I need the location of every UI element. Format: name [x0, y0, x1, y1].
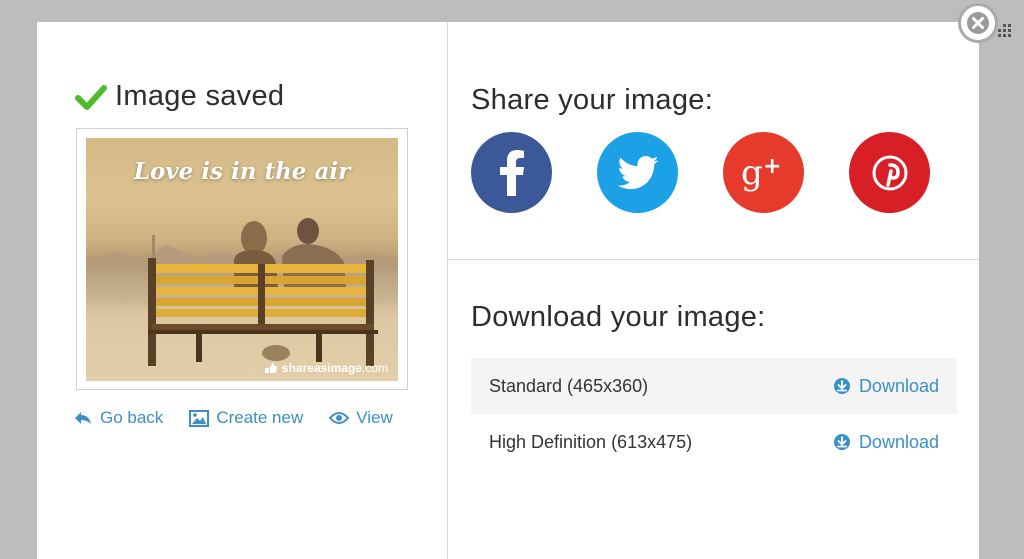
image-saved-label: Image saved [115, 80, 285, 112]
svg-text:g: g [741, 153, 763, 193]
preview-actions: Go back Create new View [73, 408, 419, 428]
pinterest-icon [872, 155, 907, 190]
check-icon [75, 84, 107, 110]
download-size-label: High Definition (613x475) [489, 431, 693, 452]
download-icon [833, 434, 850, 450]
download-heading: Download your image: [471, 301, 766, 333]
download-hd-label: Download [858, 431, 939, 452]
create-new-link[interactable]: Create new [189, 408, 303, 428]
view-label: View [356, 408, 393, 427]
google-plus-share-button[interactable]: g + [723, 132, 804, 213]
image-preview: Love is in the air shareasimage .com [76, 128, 408, 390]
share-dialog: Image saved Love is in the air shareasim… [37, 22, 979, 559]
grip-dots-icon [998, 24, 1011, 37]
image-saved-heading: Image saved [75, 80, 284, 113]
twitter-icon [617, 155, 658, 189]
google-plus-icon: g + [741, 153, 781, 193]
eye-icon [329, 412, 350, 424]
download-hd-button[interactable]: Download [833, 432, 939, 453]
close-button[interactable] [958, 3, 998, 43]
watermark-suffix: .com [361, 361, 388, 375]
watermark-brand: shareasimage [281, 361, 362, 375]
share-heading: Share your image: [471, 84, 714, 116]
create-new-label: Create new [216, 408, 304, 427]
download-standard-label: Download [858, 375, 939, 396]
image-icon [189, 409, 210, 427]
watermark-logo-icon [264, 363, 277, 373]
back-arrow-icon [75, 412, 91, 424]
pinterest-share-button[interactable] [849, 132, 930, 213]
facebook-share-button[interactable] [471, 132, 552, 213]
download-list: Standard (465x360) Download High Definit… [471, 358, 957, 470]
right-panel: Share your image: g + Download your imag… [448, 22, 979, 559]
download-icon [833, 378, 850, 394]
download-row-hd: High Definition (613x475) Download [471, 414, 957, 470]
close-icon [967, 12, 989, 34]
section-divider [448, 259, 979, 260]
go-back-label: Go back [100, 408, 164, 427]
preview-image: Love is in the air shareasimage .com [86, 138, 398, 381]
facebook-icon [499, 149, 524, 196]
download-standard-button[interactable]: Download [833, 376, 939, 397]
watermark: shareasimage .com [264, 361, 388, 375]
svg-text:+: + [763, 154, 781, 179]
view-link[interactable]: View [329, 408, 393, 428]
twitter-share-button[interactable] [597, 132, 678, 213]
preview-caption: Love is in the air [133, 158, 351, 185]
left-panel: Image saved Love is in the air shareasim… [37, 22, 448, 559]
download-size-label: Standard (465x360) [489, 375, 649, 396]
social-buttons: g + [471, 132, 975, 213]
download-row-standard: Standard (465x360) Download [471, 358, 957, 414]
go-back-link[interactable]: Go back [73, 408, 163, 428]
